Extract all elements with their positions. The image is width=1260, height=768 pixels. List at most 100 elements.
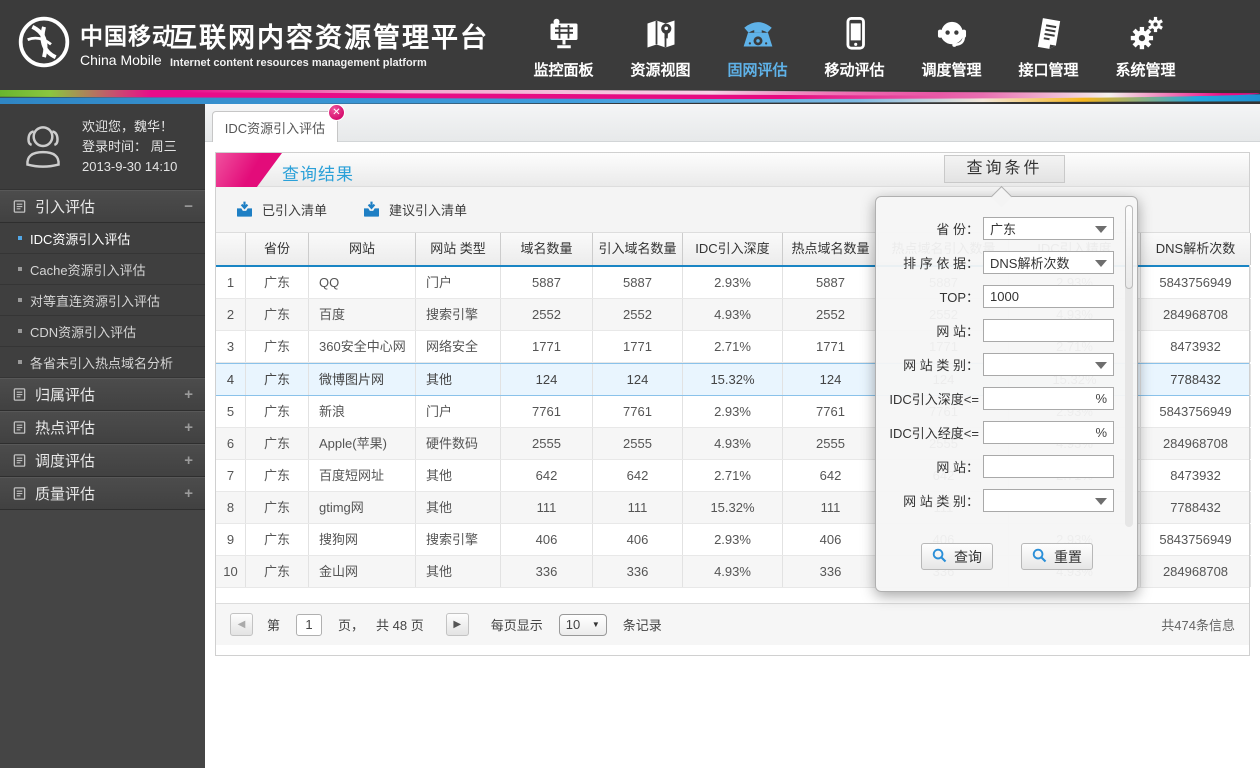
sidebar-item-0-3[interactable]: CDN资源引入评估 <box>0 316 205 347</box>
user-box: 欢迎您，魏华！ 登录时间： 周三 2013-9-30 14:10 <box>0 104 205 190</box>
sidebar-group-4[interactable]: 质量评估 + <box>0 477 205 510</box>
table-cell: 网络安全 <box>416 331 501 362</box>
field-label-idc-longitude: IDC引入经度<= <box>889 425 979 441</box>
table-cell: 搜索引擎 <box>416 299 501 330</box>
sidebar-group-0[interactable]: 引入评估 − <box>0 190 205 223</box>
nav-item-mobile[interactable]: 移动评估 <box>806 8 903 84</box>
doc-small-icon <box>12 486 27 501</box>
table-cell: 广东 <box>246 267 309 298</box>
login-time-line1: 登录时间： 周三 <box>82 138 177 154</box>
idc-longitude-input[interactable]: % <box>983 420 1114 444</box>
table-cell: QQ <box>309 267 416 298</box>
expand-icon[interactable]: + <box>184 419 193 436</box>
table-cell: 广东 <box>246 396 309 427</box>
nav-item-monitor[interactable]: 监控面板 <box>515 8 612 84</box>
table-cell: 7788432 <box>1141 492 1251 523</box>
main-nav: 监控面板 资源视图 固网评估 移动评估 调度管理 接口管理 系统管理 <box>515 8 1194 86</box>
search-icon <box>1031 547 1054 567</box>
nav-item-system[interactable]: 系统管理 <box>1097 8 1194 84</box>
table-cell: 其他 <box>416 364 501 395</box>
table-cell: 5 <box>216 396 246 427</box>
brand-name-en: China Mobile <box>80 51 162 68</box>
sort-by-select[interactable]: DNS解析次数 <box>983 250 1114 274</box>
nav-item-fixed-net[interactable]: 固网评估 <box>709 8 806 84</box>
next-page-button[interactable]: ▶ <box>445 613 469 636</box>
nav-item-label: 系统管理 <box>1115 62 1176 79</box>
chevron-down-icon <box>1095 259 1107 267</box>
nav-item-interface[interactable]: 接口管理 <box>1000 8 1097 84</box>
percent-suffix: % <box>1095 390 1107 406</box>
table-cell: 111 <box>501 492 593 523</box>
expand-icon[interactable]: + <box>184 485 193 502</box>
sidebar-group-1[interactable]: 归属评估 + <box>0 378 205 411</box>
table-cell: 124 <box>501 364 593 395</box>
table-cell: 5887 <box>593 267 683 298</box>
table-cell: 百度 <box>309 299 416 330</box>
table-cell: 3 <box>216 331 246 362</box>
sidebar-item-0-4[interactable]: 各省未引入热点域名分析 <box>0 347 205 378</box>
tab-close-icon[interactable]: ✕ <box>328 104 345 121</box>
popup-scrollbar-thumb[interactable] <box>1125 205 1133 289</box>
app-header: 中国移动 China Mobile 互联网内容资源管理平台 Internet c… <box>0 0 1260 90</box>
sidebar-group-2[interactable]: 热点评估 + <box>0 411 205 444</box>
top-input[interactable]: 1000 <box>983 284 1114 308</box>
page-number-input[interactable]: 1 <box>296 613 323 636</box>
table-cell: 336 <box>783 556 879 587</box>
bullet-icon <box>18 360 22 364</box>
nav-item-label: 资源视图 <box>630 62 691 79</box>
doc-small-icon <box>12 387 27 402</box>
sidebar-item-label: 对等直连资源引入评估 <box>30 293 161 309</box>
sidebar-item-0-1[interactable]: Cache资源引入评估 <box>0 254 205 285</box>
table-cell: 微博图片网 <box>309 364 416 395</box>
table-cell: 其他 <box>416 556 501 587</box>
nav-item-resources[interactable]: 资源视图 <box>612 8 709 84</box>
table-cell: 搜索引擎 <box>416 524 501 555</box>
doc-small-icon <box>12 199 27 214</box>
website-type-2-select[interactable] <box>983 488 1114 512</box>
province-select[interactable]: 广东 <box>983 216 1114 240</box>
field-label-website: 网 站： <box>936 323 979 339</box>
toolbar-button-1[interactable]: 建议引入清单 <box>361 200 467 220</box>
table-cell: 7788432 <box>1141 364 1251 395</box>
popup-scrollbar-track[interactable] <box>1125 205 1133 527</box>
table-cell: 金山网 <box>309 556 416 587</box>
field-label-idc-depth: IDC引入深度<= <box>889 391 979 407</box>
field-label-top: TOP： <box>939 289 980 305</box>
form-row-website: 网 站： <box>876 313 1137 347</box>
table-cell: 广东 <box>246 556 309 587</box>
column-header-1: 省份 <box>246 233 309 265</box>
idc-depth-input[interactable]: % <box>983 386 1114 410</box>
reset-button[interactable]: 重置 <box>1020 543 1093 570</box>
sidebar-group-3[interactable]: 调度评估 + <box>0 444 205 477</box>
percent-suffix: % <box>1095 424 1107 440</box>
table-cell: 百度短网址 <box>309 460 416 491</box>
tab-idc-resource-eval[interactable]: IDC资源引入评估 ✕ <box>212 104 345 142</box>
total-pages: 共 48 页 <box>376 618 424 633</box>
expand-icon[interactable]: + <box>184 452 193 469</box>
table-cell: 5843756949 <box>1141 524 1251 555</box>
table-cell: 2552 <box>593 299 683 330</box>
form-row-website-type-2: 网 站 类 别： <box>876 483 1137 517</box>
website-type-select[interactable] <box>983 352 1114 376</box>
prev-page-button[interactable]: ◀ <box>230 613 253 636</box>
table-cell: 9 <box>216 524 246 555</box>
expand-icon[interactable]: + <box>184 386 193 403</box>
website-2-input[interactable] <box>983 454 1114 478</box>
query-conditions-popup: 省 份： 广东排 序 依 据： DNS解析次数 TOP： 1000 网 站： 网 站 类 别… <box>875 185 1138 592</box>
column-header-7: 热点域名数量 <box>783 233 879 265</box>
query-conditions-button[interactable]: 查询条件 <box>944 155 1065 183</box>
table-cell: 7761 <box>501 396 593 427</box>
sidebar-item-0-0[interactable]: IDC资源引入评估 <box>0 223 205 254</box>
nav-item-label: 移动评估 <box>824 62 885 79</box>
per-page-select[interactable]: 10 ▼ <box>558 613 607 636</box>
nav-item-label: 调度管理 <box>921 62 982 79</box>
nav-item-dispatch[interactable]: 调度管理 <box>903 8 1000 84</box>
sidebar-item-0-2[interactable]: 对等直连资源引入评估 <box>0 285 205 316</box>
website-input[interactable] <box>983 318 1114 342</box>
search-button[interactable]: 查询 <box>920 543 993 570</box>
chevron-down-icon <box>1095 225 1107 233</box>
table-cell: 8473932 <box>1141 331 1251 362</box>
table-cell: 广东 <box>246 524 309 555</box>
collapse-icon[interactable]: − <box>184 198 193 215</box>
toolbar-button-0[interactable]: 已引入清单 <box>234 200 327 220</box>
